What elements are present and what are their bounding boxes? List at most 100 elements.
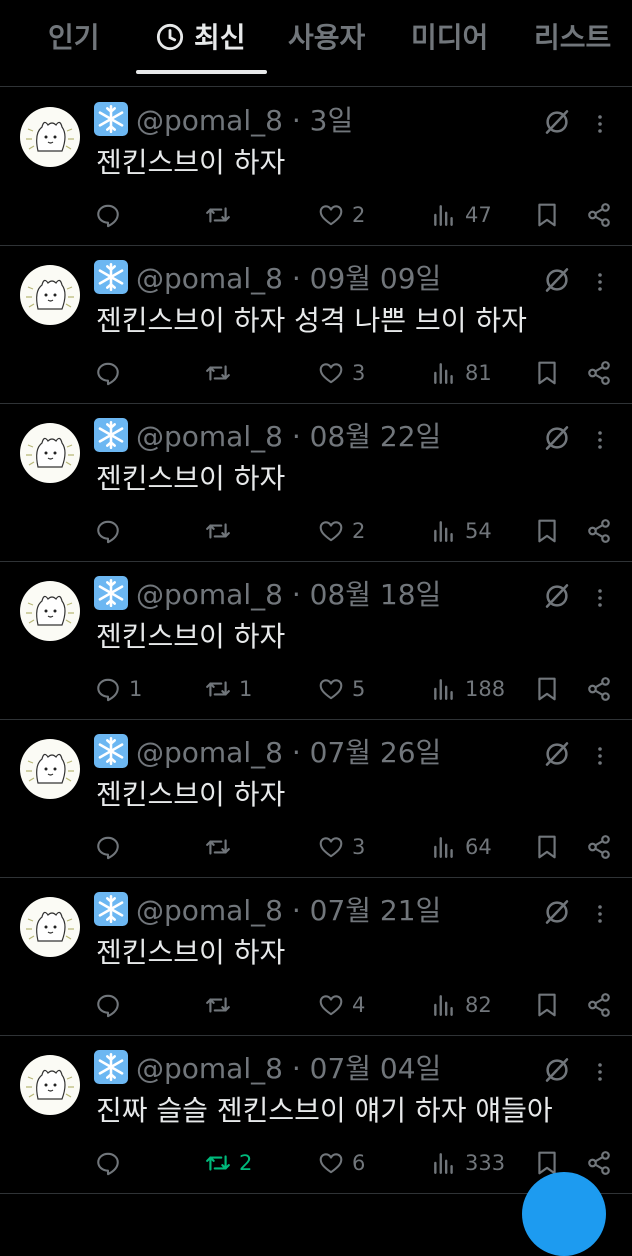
bookmark-icon [538, 519, 556, 543]
post-date[interactable]: 07월 26일 [310, 736, 442, 769]
post-header: @pomal_8 · 08월 22일 [94, 417, 441, 457]
post[interactable]: @pomal_8 · 08월 18일 젠킨스브이 하자 1 1 5 188 [0, 561, 632, 720]
reply-button[interactable] [95, 195, 129, 235]
views-button[interactable]: 54 [431, 511, 492, 551]
grok-icon[interactable] [542, 1055, 572, 1085]
grok-icon[interactable] [542, 107, 572, 137]
post[interactable]: @pomal_8 · 3일 젠킨스브이 하자 2 47 [0, 87, 632, 246]
grok-icon[interactable] [542, 265, 572, 295]
post-date[interactable]: 07월 04일 [310, 1052, 442, 1085]
bookmark-button[interactable] [534, 827, 568, 867]
author-handle[interactable]: @pomal_8 [136, 104, 283, 137]
more-options-icon[interactable] [590, 1057, 610, 1087]
bookmark-button[interactable] [534, 985, 568, 1025]
author-handle[interactable]: @pomal_8 [136, 420, 283, 453]
post-date[interactable]: 3일 [310, 104, 354, 137]
views-button[interactable]: 82 [431, 985, 492, 1025]
avatar[interactable] [20, 897, 80, 957]
bookmark-button[interactable] [534, 353, 568, 393]
tab-lists[interactable]: 리스트 [534, 18, 611, 58]
like-count: 2 [352, 203, 366, 227]
compose-button[interactable] [522, 1172, 606, 1256]
share-button[interactable] [586, 985, 620, 1025]
avatar[interactable] [20, 423, 80, 483]
post-date[interactable]: 08월 22일 [310, 420, 442, 453]
like-count: 4 [352, 993, 366, 1017]
bookmark-button[interactable] [534, 511, 568, 551]
post[interactable]: @pomal_8 · 07월 26일 젠킨스브이 하자 3 64 [0, 719, 632, 878]
post-date[interactable]: 07월 21일 [310, 894, 442, 927]
bookmark-button[interactable] [534, 195, 568, 235]
post-date[interactable]: 08월 18일 [310, 578, 442, 611]
post[interactable]: @pomal_8 · 07월 21일 젠킨스브이 하자 4 82 [0, 877, 632, 1036]
more-options-icon[interactable] [590, 109, 610, 139]
more-options-icon[interactable] [590, 267, 610, 297]
bookmark-button[interactable] [534, 669, 568, 709]
post[interactable]: @pomal_8 · 07월 04일 진짜 슬슬 젠킨스브이 얘기 하자 얘들아… [0, 1035, 632, 1194]
retweet-button[interactable]: 2 [205, 1143, 252, 1183]
like-button[interactable]: 3 [318, 827, 365, 867]
like-button[interactable]: 2 [318, 511, 365, 551]
like-button[interactable]: 3 [318, 353, 365, 393]
share-button[interactable] [586, 1143, 620, 1183]
author-handle[interactable]: @pomal_8 [136, 736, 283, 769]
post[interactable]: @pomal_8 · 08월 22일 젠킨스브이 하자 2 54 [0, 403, 632, 562]
retweet-button[interactable] [205, 985, 239, 1025]
reply-icon [97, 994, 119, 1018]
tab-latest[interactable]: 최신 [156, 18, 246, 58]
tab-people[interactable]: 사용자 [288, 18, 365, 58]
grok-icon[interactable] [542, 423, 572, 453]
views-button[interactable]: 188 [431, 669, 505, 709]
views-button[interactable]: 333 [431, 1143, 505, 1183]
share-button[interactable] [586, 827, 620, 867]
author-handle[interactable]: @pomal_8 [136, 894, 283, 927]
more-options-icon[interactable] [590, 583, 610, 613]
tab-media[interactable]: 미디어 [411, 18, 488, 58]
retweet-button[interactable] [205, 195, 239, 235]
share-button[interactable] [586, 195, 620, 235]
views-button[interactable]: 47 [431, 195, 492, 235]
share-button[interactable] [586, 669, 620, 709]
post-date[interactable]: 09월 09일 [310, 262, 442, 295]
reply-button[interactable] [95, 1143, 129, 1183]
retweet-button[interactable] [205, 827, 239, 867]
views-button[interactable]: 64 [431, 827, 492, 867]
like-button[interactable]: 6 [318, 1143, 365, 1183]
like-button[interactable]: 2 [318, 195, 365, 235]
reply-button[interactable]: 1 [95, 669, 142, 709]
views-button[interactable]: 81 [431, 353, 492, 393]
clock-icon [156, 23, 184, 51]
retweet-button[interactable] [205, 511, 239, 551]
like-button[interactable]: 5 [318, 669, 365, 709]
author-handle[interactable]: @pomal_8 [136, 1052, 283, 1085]
retweet-button[interactable]: 1 [205, 669, 252, 709]
bookmark-icon [538, 677, 556, 701]
avatar[interactable] [20, 107, 80, 167]
avatar[interactable] [20, 1055, 80, 1115]
reply-button[interactable] [95, 827, 129, 867]
retweet-icon [206, 839, 230, 855]
reply-button[interactable] [95, 353, 129, 393]
reply-button[interactable] [95, 511, 129, 551]
more-options-icon[interactable] [590, 425, 610, 455]
retweet-icon [206, 997, 230, 1013]
view-count: 81 [465, 361, 492, 385]
avatar[interactable] [20, 739, 80, 799]
post[interactable]: @pomal_8 · 09월 09일 젠킨스브이 하자 성격 나쁜 브이 하자 … [0, 245, 632, 404]
avatar[interactable] [20, 581, 80, 641]
share-button[interactable] [586, 511, 620, 551]
tab-popular[interactable]: 인기 [48, 18, 100, 58]
bookmark-icon [538, 361, 556, 385]
grok-icon[interactable] [542, 739, 572, 769]
grok-icon[interactable] [542, 581, 572, 611]
author-handle[interactable]: @pomal_8 [136, 262, 283, 295]
grok-icon[interactable] [542, 897, 572, 927]
reply-button[interactable] [95, 985, 129, 1025]
more-options-icon[interactable] [590, 899, 610, 929]
author-handle[interactable]: @pomal_8 [136, 578, 283, 611]
share-button[interactable] [586, 353, 620, 393]
like-button[interactable]: 4 [318, 985, 365, 1025]
more-options-icon[interactable] [590, 741, 610, 771]
retweet-button[interactable] [205, 353, 239, 393]
avatar[interactable] [20, 265, 80, 325]
